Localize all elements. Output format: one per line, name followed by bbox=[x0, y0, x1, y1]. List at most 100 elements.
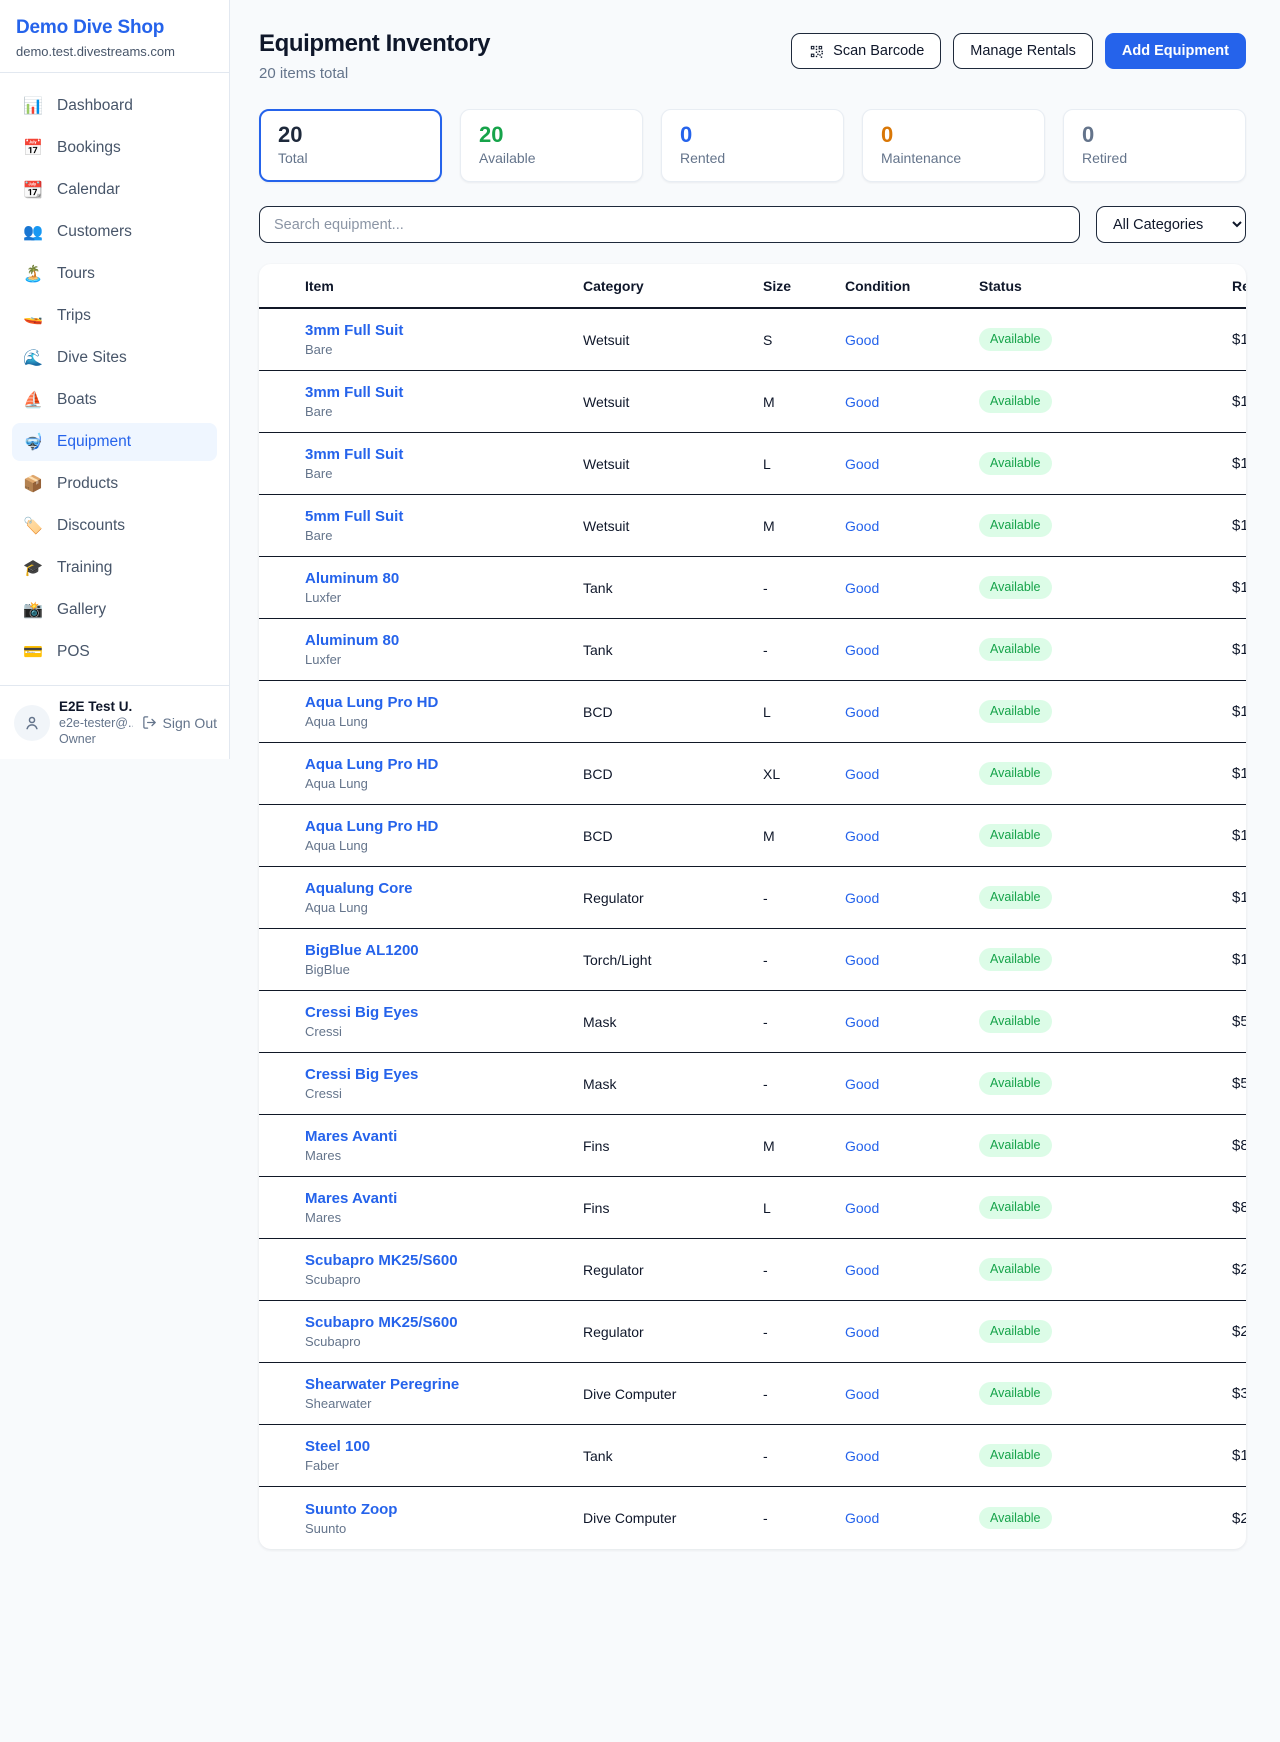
category-cell: Dive Computer bbox=[583, 1510, 763, 1526]
category-select[interactable]: All Categories bbox=[1096, 206, 1246, 243]
sidebar-item-bookings[interactable]: 📅 Bookings bbox=[12, 129, 217, 167]
sidebar-item-label: Boats bbox=[57, 391, 97, 409]
rental-cell: $10.00/day bbox=[1232, 455, 1246, 472]
condition-link[interactable]: Good bbox=[845, 1076, 879, 1092]
rental-cell: $10.00/day bbox=[1232, 331, 1246, 348]
item-name-link[interactable]: 5mm Full Suit bbox=[305, 508, 583, 525]
status-cell: Available bbox=[979, 1507, 1232, 1530]
column-header-rental: Rental bbox=[1232, 278, 1246, 294]
sidebar-item-customers[interactable]: 👥 Customers bbox=[12, 213, 217, 251]
condition-link[interactable]: Good bbox=[845, 1138, 879, 1154]
column-header-condition: Condition bbox=[845, 278, 979, 294]
sidebar-item-products[interactable]: 📦 Products bbox=[12, 465, 217, 503]
sign-out-label: Sign Out bbox=[163, 715, 217, 731]
rental-cell: $15.00/day bbox=[1232, 827, 1246, 844]
category-cell: Mask bbox=[583, 1076, 763, 1092]
sidebar-item-tours[interactable]: 🏝️ Tours bbox=[12, 255, 217, 293]
sidebar-item-training[interactable]: 🎓 Training bbox=[12, 549, 217, 587]
sidebar-item-pos[interactable]: 💳 POS bbox=[12, 633, 217, 671]
item-name-link[interactable]: Scubapro MK25/S600 bbox=[305, 1252, 583, 1269]
item-name-link[interactable]: 3mm Full Suit bbox=[305, 322, 583, 339]
sidebar-item-trips[interactable]: 🚤 Trips bbox=[12, 297, 217, 335]
item-name-link[interactable]: Shearwater Peregrine bbox=[305, 1376, 583, 1393]
stat-card-rented[interactable]: 0 Rented bbox=[661, 109, 844, 182]
condition-link[interactable]: Good bbox=[845, 518, 879, 534]
sidebar-item-label: Calendar bbox=[57, 181, 120, 199]
condition-cell: Good bbox=[845, 1076, 979, 1092]
item-brand: Luxfer bbox=[305, 652, 583, 667]
sidebar-item-label: Customers bbox=[57, 223, 132, 241]
condition-link[interactable]: Good bbox=[845, 1324, 879, 1340]
sidebar-item-equipment[interactable]: 🤿 Equipment bbox=[12, 423, 217, 461]
rental-cell: $25.00/day bbox=[1232, 1510, 1246, 1527]
item-name-link[interactable]: Aqualung Core bbox=[305, 880, 583, 897]
sidebar-item-calendar[interactable]: 📆 Calendar bbox=[12, 171, 217, 209]
stat-value: 0 bbox=[1082, 123, 1227, 147]
size-cell: M bbox=[763, 828, 845, 844]
item-brand: Aqua Lung bbox=[305, 776, 583, 791]
item-name-link[interactable]: BigBlue AL1200 bbox=[305, 942, 583, 959]
manage-rentals-label: Manage Rentals bbox=[970, 43, 1076, 59]
sidebar-item-discounts[interactable]: 🏷️ Discounts bbox=[12, 507, 217, 545]
item-name-link[interactable]: Mares Avanti bbox=[305, 1128, 583, 1145]
condition-cell: Good bbox=[845, 394, 979, 410]
condition-link[interactable]: Good bbox=[845, 456, 879, 472]
scan-barcode-button[interactable]: Scan Barcode bbox=[791, 33, 941, 69]
sidebar-item-boats[interactable]: ⛵ Boats bbox=[12, 381, 217, 419]
condition-link[interactable]: Good bbox=[845, 1014, 879, 1030]
rental-cell: $10.00/day bbox=[1232, 393, 1246, 410]
stat-card-total[interactable]: 20 Total bbox=[259, 109, 442, 182]
item-name-link[interactable]: Aqua Lung Pro HD bbox=[305, 694, 583, 711]
item-name-link[interactable]: Aqua Lung Pro HD bbox=[305, 756, 583, 773]
item-name-link[interactable]: Aluminum 80 bbox=[305, 570, 583, 587]
item-name-link[interactable]: Cressi Big Eyes bbox=[305, 1066, 583, 1083]
sidebar-item-dashboard[interactable]: 📊 Dashboard bbox=[12, 87, 217, 125]
item-name-link[interactable]: Aqua Lung Pro HD bbox=[305, 818, 583, 835]
status-badge: Available bbox=[979, 576, 1052, 599]
item-name-link[interactable]: Cressi Big Eyes bbox=[305, 1004, 583, 1021]
condition-link[interactable]: Good bbox=[845, 332, 879, 348]
manage-rentals-button[interactable]: Manage Rentals bbox=[953, 33, 1093, 69]
condition-link[interactable]: Good bbox=[845, 580, 879, 596]
condition-link[interactable]: Good bbox=[845, 890, 879, 906]
status-badge: Available bbox=[979, 1258, 1052, 1281]
condition-link[interactable]: Good bbox=[845, 394, 879, 410]
item-name-link[interactable]: 3mm Full Suit bbox=[305, 384, 583, 401]
item-cell: Cressi Big Eyes Cressi bbox=[305, 1066, 583, 1101]
condition-link[interactable]: Good bbox=[845, 1200, 879, 1216]
condition-link[interactable]: Good bbox=[845, 828, 879, 844]
table-row: Aqua Lung Pro HD Aqua Lung BCD M Good Av… bbox=[259, 805, 1246, 867]
condition-link[interactable]: Good bbox=[845, 1448, 879, 1464]
item-brand: Mares bbox=[305, 1210, 583, 1225]
condition-link[interactable]: Good bbox=[845, 642, 879, 658]
item-name-link[interactable]: Mares Avanti bbox=[305, 1190, 583, 1207]
sidebar-item-dive-sites[interactable]: 🌊 Dive Sites bbox=[12, 339, 217, 377]
condition-link[interactable]: Good bbox=[845, 704, 879, 720]
status-cell: Available bbox=[979, 762, 1232, 785]
sign-out-button[interactable]: Sign Out bbox=[142, 715, 217, 731]
status-cell: Available bbox=[979, 328, 1232, 351]
sidebar-item-label: Discounts bbox=[57, 517, 125, 535]
stat-card-available[interactable]: 20 Available bbox=[460, 109, 643, 182]
condition-link[interactable]: Good bbox=[845, 952, 879, 968]
item-name-link[interactable]: Steel 100 bbox=[305, 1438, 583, 1455]
sidebar-item-gallery[interactable]: 📸 Gallery bbox=[12, 591, 217, 629]
condition-link[interactable]: Good bbox=[845, 1510, 879, 1526]
item-brand: Scubapro bbox=[305, 1272, 583, 1287]
condition-link[interactable]: Good bbox=[845, 1262, 879, 1278]
item-name-link[interactable]: Scubapro MK25/S600 bbox=[305, 1314, 583, 1331]
add-equipment-label: Add Equipment bbox=[1122, 43, 1229, 59]
status-cell: Available bbox=[979, 1320, 1232, 1343]
stat-card-maintenance[interactable]: 0 Maintenance bbox=[862, 109, 1045, 182]
search-input[interactable] bbox=[259, 206, 1080, 243]
item-name-link[interactable]: 3mm Full Suit bbox=[305, 446, 583, 463]
condition-link[interactable]: Good bbox=[845, 1386, 879, 1402]
item-name-link[interactable]: Aluminum 80 bbox=[305, 632, 583, 649]
stat-value: 0 bbox=[680, 123, 825, 147]
rental-cell: $12.00/day bbox=[1232, 1447, 1246, 1464]
item-name-link[interactable]: Suunto Zoop bbox=[305, 1501, 583, 1518]
condition-link[interactable]: Good bbox=[845, 766, 879, 782]
add-equipment-button[interactable]: Add Equipment bbox=[1105, 33, 1246, 69]
avatar bbox=[14, 705, 50, 741]
stat-card-retired[interactable]: 0 Retired bbox=[1063, 109, 1246, 182]
